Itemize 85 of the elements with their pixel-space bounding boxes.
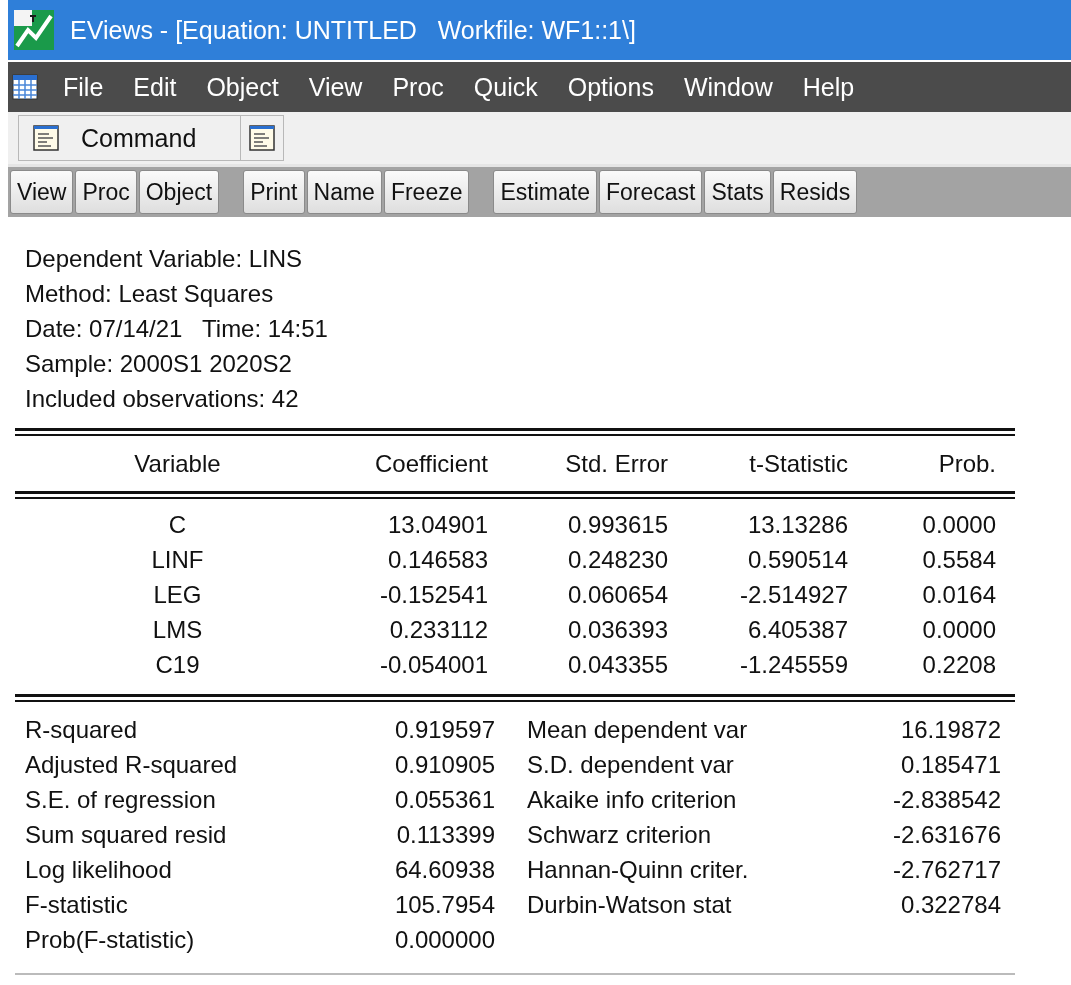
column-header: Variable <box>133 449 222 479</box>
table-cell-text: -0.152541 <box>378 580 488 610</box>
toolbar-button[interactable]: Name <box>306 170 382 214</box>
statistic-label: S.E. of regression <box>25 785 217 815</box>
table-cell-text: 0.590514 <box>746 545 848 575</box>
statistic-label: Durbin-Watson stat <box>526 890 733 920</box>
app-logo-icon <box>14 10 54 50</box>
statistic-value: 0.322784 <box>899 890 1001 920</box>
menu-item[interactable]: View <box>293 72 378 102</box>
statistic-value: 0.910905 <box>393 750 495 780</box>
table-cell-text: 0.060654 <box>566 580 668 610</box>
toolbar-button[interactable]: Object <box>138 170 220 214</box>
table-cell-text: 0.248230 <box>566 545 668 575</box>
window-icon <box>33 125 59 151</box>
table-cell-text: 6.405387 <box>746 615 848 645</box>
column-header: Std. Error <box>564 449 668 479</box>
statistic-value: -2.762717 <box>891 855 1001 885</box>
toolbar-button[interactable]: View <box>10 170 74 214</box>
column-header: Prob. <box>937 449 996 479</box>
table-cell-text: 13.13286 <box>746 510 848 540</box>
table-cell-text: LINF <box>150 545 205 575</box>
table-cell-text: 0.043355 <box>566 650 668 680</box>
table-cell-text: 13.04901 <box>386 510 488 540</box>
statistic-value: -2.631676 <box>891 820 1001 850</box>
header-line: Date: 07/14/21 Time: 14:51 <box>25 314 329 344</box>
column-header: Coefficient <box>374 449 488 479</box>
table-cell-text: C <box>167 510 188 540</box>
table-cell-text: 0.036393 <box>566 615 668 645</box>
menu-item[interactable]: Window <box>668 72 788 102</box>
statistic-label: Akaike info criterion <box>526 785 738 815</box>
header-line: Dependent Variable: LINS <box>25 244 304 274</box>
window-icon <box>249 125 276 151</box>
statistic-value: 105.7954 <box>393 890 495 920</box>
table-cell-text: 0.146583 <box>386 545 488 575</box>
statistic-value: 0.000000 <box>393 925 495 955</box>
statistic-label: Mean dependent var <box>526 715 749 745</box>
statistic-value: 0.185471 <box>899 750 1001 780</box>
statistic-label: F-statistic <box>25 890 129 920</box>
statistic-label: R-squared <box>25 715 139 745</box>
window-title: EViews - [Equation: UNTITLED Workfile: WF1::1\] <box>70 15 636 45</box>
statistic-label: S.D. dependent var <box>526 750 735 780</box>
table-cell-text: C19 <box>154 650 201 680</box>
toolbar-button[interactable]: Stats <box>704 170 771 214</box>
toolbar-button[interactable]: Print <box>243 170 305 214</box>
table-cell-text: 0.0164 <box>921 580 996 610</box>
toolbar-button[interactable]: Proc <box>75 170 137 214</box>
table-cell-text: 0.993615 <box>566 510 668 540</box>
menu-item[interactable]: Edit <box>118 72 192 102</box>
statistic-label: Prob(F-statistic) <box>25 925 196 955</box>
table-cell-text: LMS <box>151 615 204 645</box>
statistic-label: Adjusted R-squared <box>25 750 239 780</box>
header-line: Sample: 2000S1 2020S2 <box>25 349 293 379</box>
table-cell-text: 0.5584 <box>921 545 996 575</box>
header-line: Method: Least Squares <box>25 279 275 309</box>
table-cell-text: -0.054001 <box>378 650 488 680</box>
statistic-value: 0.919597 <box>393 715 495 745</box>
table-cell-text: 0.0000 <box>921 615 996 645</box>
column-header: t-Statistic <box>748 449 848 479</box>
table-cell-text: -1.245559 <box>738 650 848 680</box>
menu-item[interactable]: Quick <box>458 72 553 102</box>
toolbar-button[interactable]: Forecast <box>598 170 703 214</box>
statistic-label: Hannan-Quinn criter. <box>526 855 750 885</box>
menu-item[interactable]: Object <box>191 72 294 102</box>
spreadsheet-icon[interactable] <box>12 74 38 100</box>
statistic-value: 0.113399 <box>395 820 495 850</box>
toolbar-button[interactable]: Resids <box>772 170 858 214</box>
menu-item[interactable]: Help <box>787 72 870 102</box>
statistic-label: Schwarz criterion <box>526 820 713 850</box>
menu-item[interactable]: Proc <box>377 72 459 102</box>
table-cell-text: 0.0000 <box>921 510 996 540</box>
toolbar-button[interactable]: Freeze <box>383 170 470 214</box>
statistic-value: 0.055361 <box>393 785 495 815</box>
menu-item[interactable]: Options <box>552 72 669 102</box>
menu-item[interactable]: File <box>48 72 119 102</box>
statistic-value: -2.838542 <box>891 785 1001 815</box>
table-cell-text: LEG <box>152 580 203 610</box>
statistic-label: Log likelihood <box>25 855 173 885</box>
header-line: Included observations: 42 <box>25 384 300 414</box>
statistic-label: Sum squared resid <box>25 820 228 850</box>
table-cell-text: 0.233112 <box>388 615 488 645</box>
statistic-value: 64.60938 <box>393 855 495 885</box>
statistic-value: 16.19872 <box>899 715 1001 745</box>
table-cell-text: 0.2208 <box>921 650 996 680</box>
toolbar-button[interactable]: Estimate <box>493 170 597 214</box>
table-cell-text: -2.514927 <box>738 580 848 610</box>
